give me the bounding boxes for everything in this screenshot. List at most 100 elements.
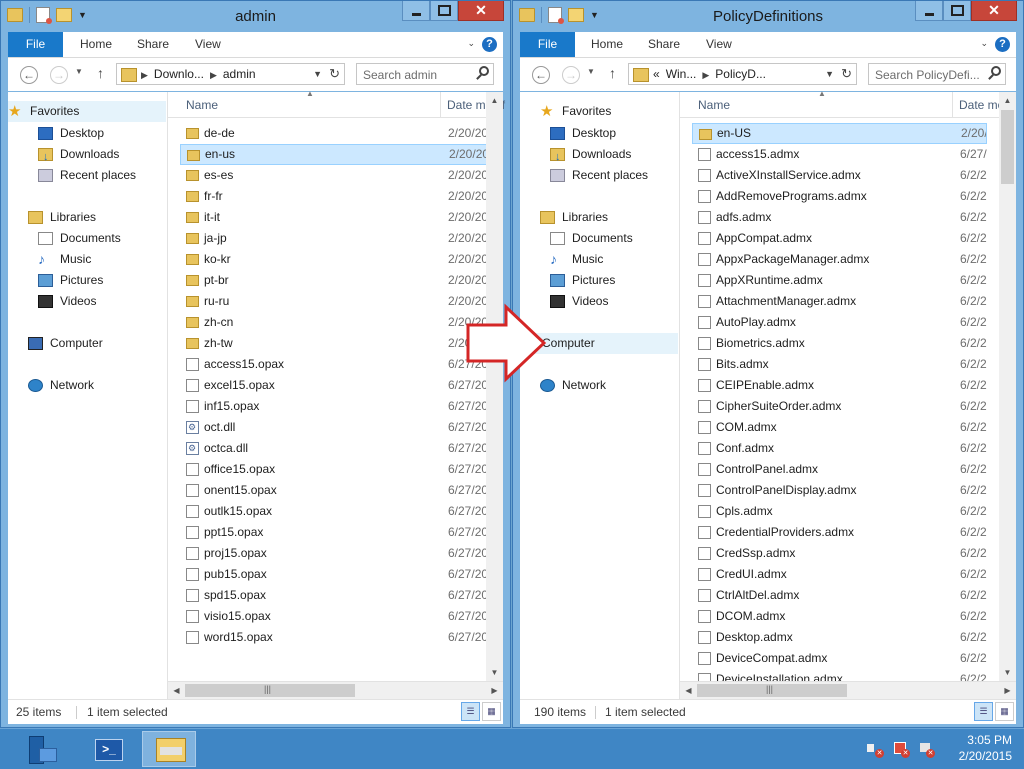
- recent-locations-icon[interactable]: ▼: [75, 67, 83, 76]
- file-row[interactable]: DCOM.admx 6/2/201: [692, 606, 987, 627]
- file-row[interactable]: ko-kr 2/20/2015: [180, 249, 490, 270]
- address-dropdown-icon[interactable]: ▼: [313, 69, 322, 79]
- forward-button[interactable]: →: [562, 66, 580, 84]
- up-button[interactable]: ↑: [97, 65, 104, 81]
- powershell-button[interactable]: >_: [82, 731, 136, 767]
- search-input[interactable]: Search PolicyDefi...: [868, 63, 1006, 85]
- column-name[interactable]: Name: [186, 98, 218, 112]
- help-icon[interactable]: ?: [995, 37, 1010, 52]
- large-icons-view-button[interactable]: ▦: [995, 702, 1014, 721]
- file-row[interactable]: pt-br 2/20/2015: [180, 270, 490, 291]
- maximize-button[interactable]: [943, 1, 971, 21]
- file-row[interactable]: CredUI.admx 6/2/201: [692, 564, 987, 585]
- file-row[interactable]: en-us 2/20/2015: [180, 144, 490, 165]
- clock[interactable]: 3:05 PM 2/20/2015: [959, 732, 1012, 764]
- file-row[interactable]: pub15.opax 6/27/2014: [180, 564, 490, 585]
- file-row[interactable]: Cpls.admx 6/2/201: [692, 501, 987, 522]
- file-row[interactable]: zh-tw2/20/2015: [180, 333, 490, 354]
- horizontal-scrollbar[interactable]: ◀ ||| ▶: [680, 681, 1016, 699]
- up-button[interactable]: ↑: [609, 65, 616, 81]
- address-bar[interactable]: « Win... ▶ PolicyD... ▼ ↻: [628, 63, 857, 85]
- file-row[interactable]: Biometrics.admx 6/2/201: [692, 333, 987, 354]
- minimize-button[interactable]: [915, 1, 943, 21]
- file-row[interactable]: CtrlAltDel.admx 6/2/201: [692, 585, 987, 606]
- search-icon[interactable]: [991, 66, 1001, 76]
- file-row[interactable]: access15.opax6/27/2014: [180, 354, 490, 375]
- nav-network[interactable]: Network: [28, 375, 166, 396]
- nav-downloads[interactable]: Downloads: [550, 144, 678, 168]
- scroll-down-arrow[interactable]: ▼: [999, 664, 1016, 681]
- file-row[interactable]: onent15.opax 6/27/2014: [180, 480, 490, 501]
- nav-videos[interactable]: Videos: [550, 291, 678, 312]
- tab-share[interactable]: Share: [648, 32, 680, 57]
- file-row[interactable]: it-it 2/20/2015: [180, 207, 490, 228]
- server-manager-button[interactable]: [14, 731, 68, 767]
- file-row[interactable]: AppXRuntime.admx 6/2/201: [692, 270, 987, 291]
- speaker-muted-icon[interactable]: ✕: [867, 741, 884, 758]
- expand-ribbon-icon[interactable]: ⌄: [467, 38, 475, 49]
- file-row[interactable]: outlk15.opax 6/27/2014: [180, 501, 490, 522]
- nav-desktop[interactable]: Desktop: [38, 123, 166, 144]
- file-row[interactable]: proj15.opax 6/27/2014: [180, 543, 490, 564]
- scroll-down-arrow[interactable]: ▼: [486, 664, 503, 681]
- file-row[interactable]: COM.admx 6/2/201: [692, 417, 987, 438]
- back-button[interactable]: ←: [20, 66, 38, 84]
- details-view-button[interactable]: ☰: [461, 702, 480, 721]
- file-row[interactable]: spd15.opax 6/27/2014: [180, 585, 490, 606]
- nav-music[interactable]: ♪ Music: [38, 249, 166, 270]
- file-row[interactable]: Desktop.admx 6/2/201: [692, 627, 987, 648]
- file-row[interactable]: AddRemovePrograms.admx 6/2/201: [692, 186, 987, 207]
- recent-locations-icon[interactable]: ▼: [587, 67, 595, 76]
- tab-view[interactable]: View: [195, 32, 221, 57]
- nav-recent-places[interactable]: Recent places: [38, 165, 166, 186]
- scroll-right-arrow[interactable]: ▶: [486, 682, 503, 699]
- file-row[interactable]: ActiveXInstallService.admx 6/2/201: [692, 165, 987, 186]
- address-dropdown-icon[interactable]: ▼: [825, 69, 834, 79]
- file-row[interactable]: CredSsp.admx 6/2/201: [692, 543, 987, 564]
- nav-favorites[interactable]: ★ Favorites: [540, 101, 678, 122]
- breadcrumb-item[interactable]: PolicyD...: [715, 67, 766, 81]
- file-row[interactable]: visio15.opax 6/27/2014: [180, 606, 490, 627]
- file-row[interactable]: ppt15.opax 6/27/2014: [180, 522, 490, 543]
- details-view-button[interactable]: ☰: [974, 702, 993, 721]
- file-row[interactable]: de-de 2/20/2015: [180, 123, 490, 144]
- refresh-icon[interactable]: ↻: [841, 66, 852, 82]
- nav-desktop[interactable]: Desktop: [550, 123, 678, 144]
- file-row[interactable]: AppCompat.admx 6/2/201: [692, 228, 987, 249]
- file-row[interactable]: Bits.admx 6/2/201: [692, 354, 987, 375]
- nav-libraries[interactable]: Libraries: [540, 207, 678, 228]
- file-row[interactable]: en-US 2/20/201: [692, 123, 987, 144]
- expand-ribbon-icon[interactable]: ⌄: [980, 38, 988, 49]
- nav-documents[interactable]: Documents: [38, 228, 166, 249]
- file-row[interactable]: word15.opax 6/27/2014: [180, 627, 490, 648]
- minimize-button[interactable]: [402, 1, 430, 21]
- file-row[interactable]: AppxPackageManager.admx 6/2/201: [692, 249, 987, 270]
- divider[interactable]: [952, 92, 953, 117]
- scroll-right-arrow[interactable]: ▶: [999, 682, 1016, 699]
- title-bar[interactable]: ▼ admin ✕: [1, 1, 510, 31]
- search-input[interactable]: Search admin: [356, 63, 494, 85]
- file-row[interactable]: es-es 2/20/2015: [180, 165, 490, 186]
- file-row[interactable]: CredentialProviders.admx 6/2/201: [692, 522, 987, 543]
- tab-file[interactable]: File: [8, 32, 63, 57]
- file-explorer-button[interactable]: [142, 731, 196, 767]
- tab-share[interactable]: Share: [137, 32, 169, 57]
- refresh-icon[interactable]: ↻: [329, 66, 340, 82]
- column-date-modified[interactable]: Date mo: [959, 98, 1004, 112]
- nav-pictures[interactable]: Pictures: [38, 270, 166, 291]
- scroll-left-arrow[interactable]: ◀: [168, 682, 185, 699]
- back-button[interactable]: ←: [532, 66, 550, 84]
- file-row[interactable]: adfs.admx 6/2/201: [692, 207, 987, 228]
- scroll-up-arrow[interactable]: ▲: [486, 92, 503, 109]
- tab-home[interactable]: Home: [591, 32, 623, 57]
- tab-view[interactable]: View: [706, 32, 732, 57]
- nav-documents[interactable]: Documents: [550, 228, 678, 249]
- file-row[interactable]: office15.opax 6/27/2014: [180, 459, 490, 480]
- search-icon[interactable]: [479, 66, 489, 76]
- file-row[interactable]: oct.dll 6/27/2014: [180, 417, 490, 438]
- breadcrumb-item[interactable]: Win...: [666, 67, 697, 81]
- tab-file[interactable]: File: [520, 32, 575, 57]
- breadcrumb-overflow[interactable]: «: [653, 67, 660, 81]
- vertical-scrollbar[interactable]: ▲ ▼: [999, 92, 1016, 681]
- vertical-scrollbar[interactable]: ▲ ▼: [486, 92, 503, 681]
